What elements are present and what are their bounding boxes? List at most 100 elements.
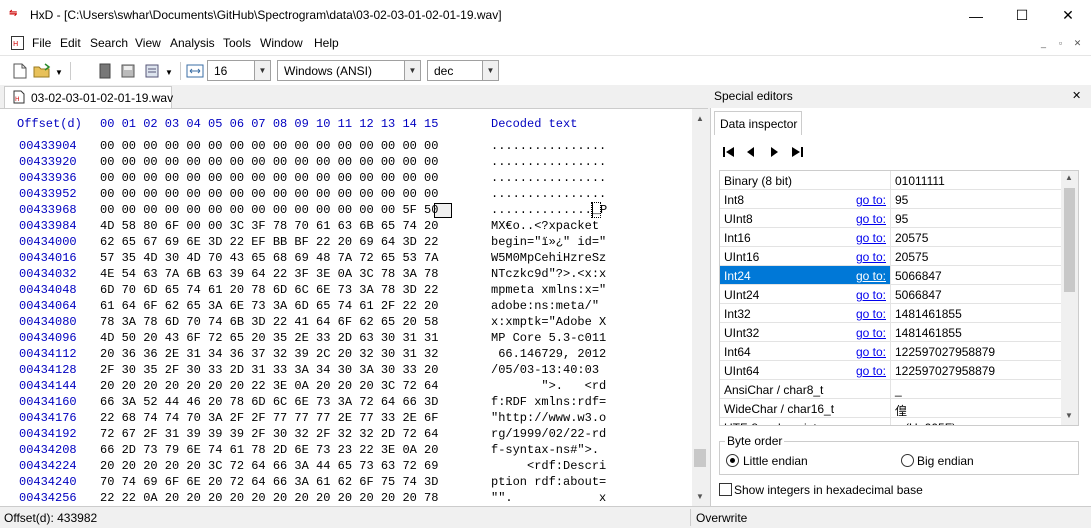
next-icon[interactable] (766, 144, 782, 160)
inspector-row[interactable]: WideChar / char16_t 偟 (720, 399, 1063, 418)
goto-link[interactable]: go to: (720, 326, 886, 340)
row-decoded-text[interactable]: ................ (491, 139, 606, 153)
little-endian-radio[interactable] (726, 454, 739, 467)
row-hex-bytes[interactable]: 61 64 6F 62 65 3A 6E 73 3A 6D 65 74 61 2… (100, 299, 438, 313)
row-hex-bytes[interactable]: 66 2D 73 79 6E 74 61 78 2D 6E 73 23 22 3… (100, 443, 438, 457)
row-decoded-text[interactable]: ">. <rd (491, 379, 606, 393)
goto-link[interactable]: go to: (720, 345, 886, 359)
row-hex-bytes[interactable]: 6D 70 6D 65 74 61 20 78 6D 6C 6E 73 3A 7… (100, 283, 438, 297)
menu-window[interactable]: Window (260, 36, 303, 50)
inspector-row[interactable]: UInt8 go to: 95 (720, 209, 1063, 228)
inspector-row[interactable]: UInt64 go to: 122597027958879 (720, 361, 1063, 380)
inspector-row[interactable]: UTF-8 code point _ (U+005F) (720, 418, 1063, 425)
inspector-row[interactable]: Binary (8 bit) 01011111 (720, 171, 1063, 190)
hex-integers-label[interactable]: Show integers in hexadecimal base (734, 483, 923, 497)
row-hex-bytes[interactable]: 00 00 00 00 00 00 00 00 00 00 00 00 00 0… (100, 171, 438, 185)
menu-tools[interactable]: Tools (223, 36, 251, 50)
row-decoded-text[interactable]: begin="ï»¿" id=" (491, 235, 606, 249)
special-editors-close-icon[interactable]: ✕ (1072, 89, 1081, 102)
inspector-value[interactable]: 1481461855 (895, 326, 962, 340)
menu-analysis[interactable]: Analysis (170, 36, 215, 50)
inspector-value[interactable]: 20575 (895, 231, 928, 245)
goto-link[interactable]: go to: (720, 269, 886, 283)
row-decoded-text[interactable]: f-syntax-ns#">. (491, 443, 606, 457)
row-hex-bytes[interactable]: 78 3A 78 6D 70 74 6B 3D 22 41 64 6F 62 6… (100, 315, 438, 329)
row-decoded-text[interactable]: .............._P (491, 202, 607, 218)
inspector-scrollbar[interactable]: ▲ ▼ (1061, 171, 1078, 425)
row-decoded-text[interactable]: MX€o..<?xpacket (491, 219, 606, 233)
row-hex-bytes[interactable]: 57 35 4D 30 4D 70 43 65 68 69 48 7A 72 6… (100, 251, 438, 265)
row-hex-bytes[interactable]: 72 67 2F 31 39 39 39 2F 30 32 2F 32 32 2… (100, 427, 438, 441)
row-decoded-text[interactable]: rg/1999/02/22-rd (491, 427, 606, 441)
row-hex-bytes[interactable]: 70 74 69 6F 6E 20 72 64 66 3A 61 62 6F 7… (100, 475, 438, 489)
bytes-per-row-select[interactable]: 16 ▼ (207, 60, 271, 81)
little-endian-label[interactable]: Little endian (743, 454, 808, 468)
mdi-restore-button[interactable]: ▫ (1053, 37, 1068, 50)
row-hex-bytes[interactable]: 4D 58 80 6F 00 00 3C 3F 78 70 61 63 6B 6… (100, 219, 438, 233)
row-hex-bytes[interactable]: 2F 30 35 2F 30 33 2D 31 33 3A 34 30 3A 3… (100, 363, 438, 377)
row-hex-bytes[interactable]: 20 20 20 20 20 3C 72 64 66 3A 44 65 73 6… (100, 459, 438, 473)
document-icon[interactable]: H (11, 36, 24, 50)
row-hex-bytes[interactable]: 4E 54 63 7A 6B 63 39 64 22 3F 3E 0A 3C 7… (100, 267, 438, 281)
disk-icon[interactable] (119, 62, 137, 80)
maximize-button[interactable]: ☐ (999, 0, 1045, 31)
inspector-value[interactable]: 20575 (895, 250, 928, 264)
minimize-button[interactable]: — (953, 0, 999, 31)
inspector-value[interactable]: 1481461855 (895, 307, 962, 321)
first-icon[interactable] (721, 144, 737, 160)
scroll-down-icon[interactable]: ▼ (1065, 411, 1073, 420)
tab-data-inspector[interactable]: Data inspector (714, 111, 802, 135)
big-endian-label[interactable]: Big endian (917, 454, 974, 468)
menu-file[interactable]: File (32, 36, 51, 50)
scroll-thumb[interactable] (694, 449, 706, 467)
properties-icon[interactable] (143, 62, 161, 80)
inspector-row[interactable]: UInt24 go to: 5066847 (720, 285, 1063, 304)
row-decoded-text[interactable]: ................ (491, 187, 606, 201)
inspector-row[interactable]: Int16 go to: 20575 (720, 228, 1063, 247)
goto-link[interactable]: go to: (720, 212, 886, 226)
row-decoded-text[interactable]: MP Core 5.3-c011 (491, 331, 606, 345)
menu-help[interactable]: Help (314, 36, 339, 50)
inspector-row[interactable]: AnsiChar / char8_t _ (720, 380, 1063, 399)
inspector-value[interactable]: 95 (895, 193, 908, 207)
row-decoded-text[interactable]: ption rdf:about= (491, 475, 606, 489)
hex-editor[interactable]: Offset(d) 00 01 02 03 04 05 06 07 08 09 … (0, 108, 708, 506)
mdi-minimize-button[interactable]: _ (1036, 37, 1051, 50)
goto-link[interactable]: go to: (720, 231, 886, 245)
scroll-down-icon[interactable]: ▼ (696, 492, 704, 501)
menu-view[interactable]: View (135, 36, 161, 50)
inspector-value[interactable]: 122597027958879 (895, 364, 995, 378)
inspector-value[interactable]: 5066847 (895, 288, 942, 302)
data-inspector-grid[interactable]: Binary (8 bit) 01011111 Int8 go to: 95 UInt8 g… (719, 170, 1079, 426)
inspector-row[interactable]: UInt16 go to: 20575 (720, 247, 1063, 266)
row-decoded-text[interactable]: 66.146729, 2012 (491, 347, 606, 361)
row-hex-bytes[interactable]: 62 65 67 69 6E 3D 22 EF BB BF 22 20 69 6… (100, 235, 438, 249)
inspector-value[interactable]: _ (U+005F) (895, 421, 956, 425)
row-decoded-text[interactable]: f:RDF xmlns:rdf= (491, 395, 606, 409)
goto-link[interactable]: go to: (720, 250, 886, 264)
row-hex-bytes[interactable]: 20 36 36 2E 31 34 36 37 32 39 2C 20 32 3… (100, 347, 438, 361)
offset-base-select[interactable]: dec ▼ (427, 60, 499, 81)
row-decoded-text[interactable]: ................ (491, 171, 606, 185)
inspector-value[interactable]: 01011111 (895, 174, 945, 188)
previous-icon[interactable] (743, 144, 759, 160)
mdi-close-button[interactable]: ✕ (1070, 37, 1085, 50)
open-folder-icon[interactable] (33, 62, 51, 80)
inspector-row[interactable]: Int64 go to: 122597027958879 (720, 342, 1063, 361)
hex-vertical-scrollbar[interactable]: ▲ ▼ (692, 109, 708, 506)
row-decoded-text[interactable]: <rdf:Descri (491, 459, 606, 473)
last-icon[interactable] (789, 144, 805, 160)
status-mode[interactable]: Overwrite (696, 511, 747, 525)
row-decoded-text[interactable]: "http://www.w3.o (491, 411, 606, 425)
row-hex-bytes[interactable]: 66 3A 52 44 46 20 78 6D 6C 6E 73 3A 72 6… (100, 395, 438, 409)
row-hex-bytes[interactable]: 00 00 00 00 00 00 00 00 00 00 00 00 00 0… (100, 139, 438, 153)
goto-link[interactable]: go to: (720, 307, 886, 321)
menu-edit[interactable]: Edit (60, 36, 81, 50)
save-icon[interactable] (96, 62, 114, 80)
row-hex-bytes[interactable]: 00 00 00 00 00 00 00 00 00 00 00 00 00 0… (100, 187, 438, 201)
inspector-row[interactable]: UInt32 go to: 1481461855 (720, 323, 1063, 342)
row-hex-bytes[interactable]: 00 00 00 00 00 00 00 00 00 00 00 00 00 0… (100, 203, 438, 217)
row-decoded-text[interactable]: NTczkc9d"?>.<x:x (491, 267, 606, 281)
inspector-value[interactable]: _ (895, 383, 902, 397)
scroll-thumb[interactable] (1064, 188, 1075, 292)
